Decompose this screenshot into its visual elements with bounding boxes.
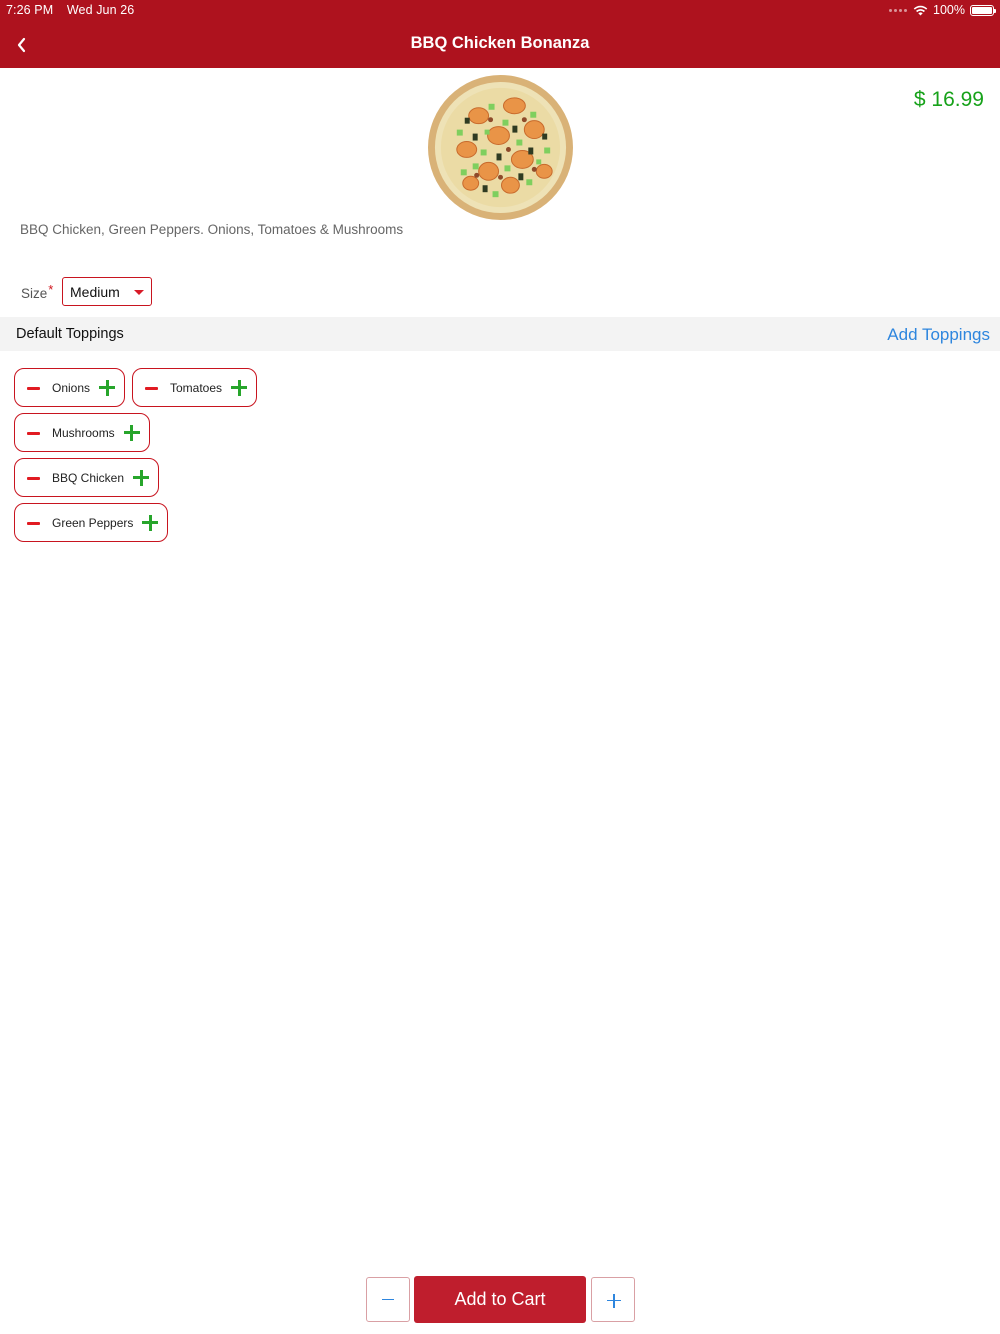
minus-icon[interactable] — [25, 515, 41, 531]
battery-icon — [970, 4, 996, 16]
plus-icon[interactable] — [99, 379, 116, 396]
topping-label: Tomatoes — [170, 380, 223, 395]
status-date: Wed Jun 26 — [66, 3, 135, 17]
size-select[interactable]: Medium — [62, 277, 152, 306]
plus-icon[interactable] — [123, 424, 140, 441]
status-time: 7:26 PM — [6, 3, 54, 17]
topping-label: Green Peppers — [52, 515, 134, 530]
required-marker: * — [48, 282, 54, 297]
wifi-icon — [913, 5, 928, 15]
status-bar-right: 100% — [889, 3, 996, 17]
topping-label: Mushrooms — [52, 425, 115, 440]
topping-label: BBQ Chicken — [52, 470, 125, 485]
default-toppings-title: Default Toppings — [16, 326, 124, 342]
topping-chip-onions: Onions — [14, 368, 126, 407]
topping-chip-green-peppers: Green Peppers — [14, 503, 169, 542]
price: $ 16.99 — [913, 88, 984, 111]
topping-chip-tomatoes: Tomatoes — [132, 368, 258, 407]
battery-percent: 100% — [933, 3, 965, 17]
quantity-increase-button[interactable] — [591, 1277, 635, 1322]
header: 7:26 PM Wed Jun 26 100% BBQ Chicken Bona… — [0, 0, 1000, 68]
size-label: Size* — [21, 282, 53, 301]
signal-icon — [889, 8, 908, 12]
minus-icon — [382, 1298, 394, 1301]
size-label-text: Size — [21, 286, 48, 301]
status-bar-left: 7:26 PM Wed Jun 26 — [6, 3, 134, 17]
minus-icon[interactable] — [25, 470, 41, 486]
size-select-value: Medium — [70, 283, 120, 300]
minus-icon[interactable] — [25, 380, 41, 396]
plus-icon[interactable] — [142, 514, 159, 531]
topping-label: Onions — [52, 380, 91, 395]
battery-fill — [972, 6, 992, 14]
item-description: BBQ Chicken, Green Peppers. Onions, Toma… — [20, 222, 404, 237]
plus-icon[interactable] — [133, 469, 150, 486]
minus-icon[interactable] — [143, 380, 159, 396]
minus-icon[interactable] — [25, 425, 41, 441]
page-title: BBQ Chicken Bonanza — [410, 34, 590, 52]
plus-icon[interactable] — [231, 379, 248, 396]
quantity-decrease-button[interactable] — [366, 1277, 410, 1322]
add-to-cart-button[interactable]: Add to Cart — [414, 1276, 586, 1323]
toppings-section-header: Default Toppings Add Toppings — [0, 317, 1000, 351]
pizza-image — [427, 74, 574, 221]
topping-chip-mushrooms: Mushrooms — [14, 413, 150, 452]
item-detail-page: 7:26 PM Wed Jun 26 100% BBQ Chicken Bona… — [0, 0, 1000, 1334]
add-toppings-link[interactable]: Add Toppings — [887, 325, 990, 345]
topping-chip-bbq-chicken: BBQ Chicken — [14, 458, 160, 497]
caret-down-icon — [134, 290, 144, 295]
plus-icon-stroke — [613, 1293, 615, 1308]
